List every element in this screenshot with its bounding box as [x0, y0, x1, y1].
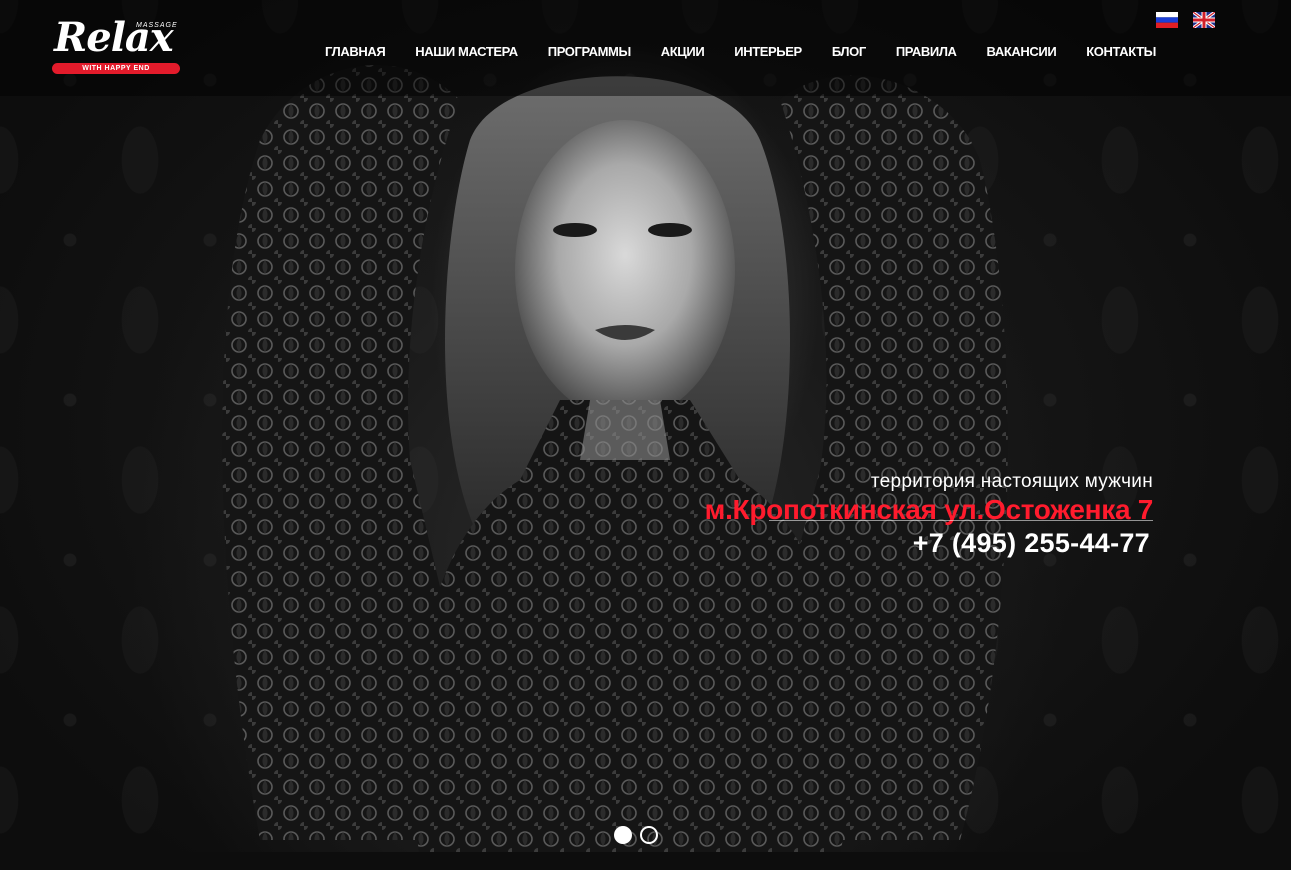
- nav-item-blog[interactable]: БЛОГ: [832, 44, 866, 60]
- main-nav: ГЛАВНАЯ НАШИ МАСТЕРА ПРОГРАММЫ АКЦИИ ИНТ…: [325, 44, 1156, 60]
- logo-massage-text: MASSAGE: [136, 22, 178, 29]
- slider-pagination: [614, 826, 658, 844]
- caption-divider: [769, 520, 1153, 521]
- hero-phone[interactable]: +7 (495) 255-44-77: [705, 526, 1153, 560]
- slider-dot-2[interactable]: [640, 826, 658, 844]
- hero-caption: территория настоящих мужчин м.Кропоткинс…: [704, 470, 1154, 560]
- nav-item-home[interactable]: ГЛАВНАЯ: [325, 44, 386, 60]
- nav-item-rules[interactable]: ПРАВИЛА: [896, 44, 957, 60]
- nav-item-masters[interactable]: НАШИ МАСТЕРА: [415, 44, 518, 60]
- header-bar: Relax MASSAGE WITH HAPPY END ГЛАВНАЯ НАШ…: [0, 0, 1291, 96]
- russian-flag-icon[interactable]: [1156, 12, 1178, 28]
- bottom-strip: [0, 852, 1291, 870]
- site-logo[interactable]: Relax MASSAGE WITH HAPPY END: [52, 16, 182, 76]
- nav-item-interior[interactable]: ИНТЕРЬЕР: [734, 44, 802, 60]
- nav-item-vacancies[interactable]: ВАКАНСИИ: [987, 44, 1057, 60]
- hero-address: м.Кропоткинская ул.Остоженка 7: [704, 494, 1154, 525]
- slider-dot-1[interactable]: [614, 826, 632, 844]
- nav-item-promotions[interactable]: АКЦИИ: [661, 44, 705, 60]
- nav-item-programs[interactable]: ПРОГРАММЫ: [548, 44, 631, 60]
- uk-flag-icon[interactable]: [1193, 12, 1215, 28]
- hero-photo: [200, 20, 1020, 852]
- nav-item-contacts[interactable]: КОНТАКТЫ: [1086, 44, 1156, 60]
- logo-band: WITH HAPPY END: [52, 63, 180, 74]
- hero-slide: [0, 0, 1291, 852]
- hero-tagline: территория настоящих мужчин: [870, 471, 1153, 492]
